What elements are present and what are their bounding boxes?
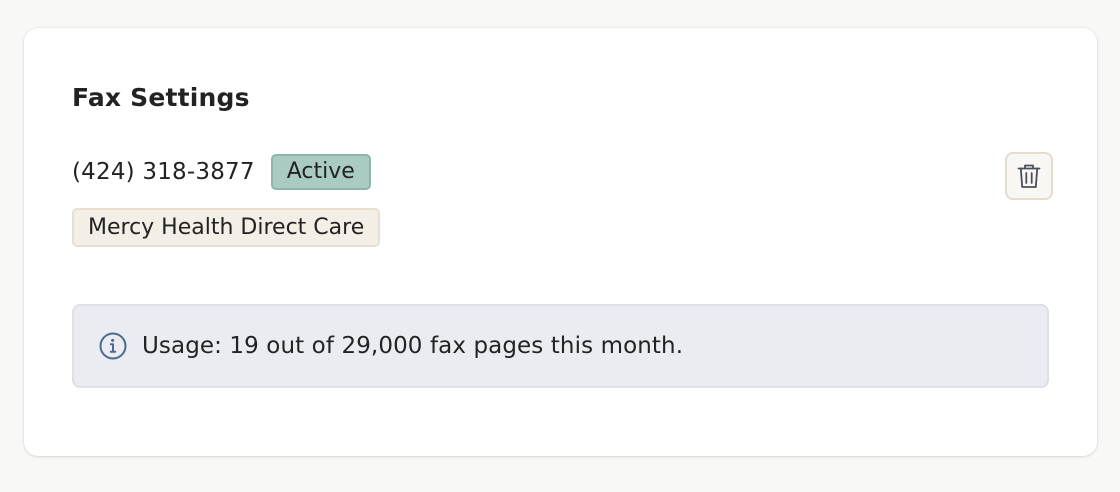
delete-button[interactable]: [1005, 152, 1053, 200]
fax-number-row: (424) 318-3877 Active: [72, 152, 371, 192]
fax-settings-card: Fax Settings (424) 318-3877 Active Mercy…: [24, 28, 1097, 456]
trash-icon: [1016, 162, 1042, 190]
info-icon: [98, 331, 128, 361]
usage-notice: Usage: 19 out of 29,000 fax pages this m…: [72, 304, 1049, 388]
section-title: Fax Settings: [72, 83, 250, 112]
usage-text: Usage: 19 out of 29,000 fax pages this m…: [142, 333, 684, 359]
status-badge: Active: [270, 154, 371, 190]
fax-phone-number: (424) 318-3877: [72, 159, 255, 185]
organization-tag: Mercy Health Direct Care: [72, 208, 381, 247]
